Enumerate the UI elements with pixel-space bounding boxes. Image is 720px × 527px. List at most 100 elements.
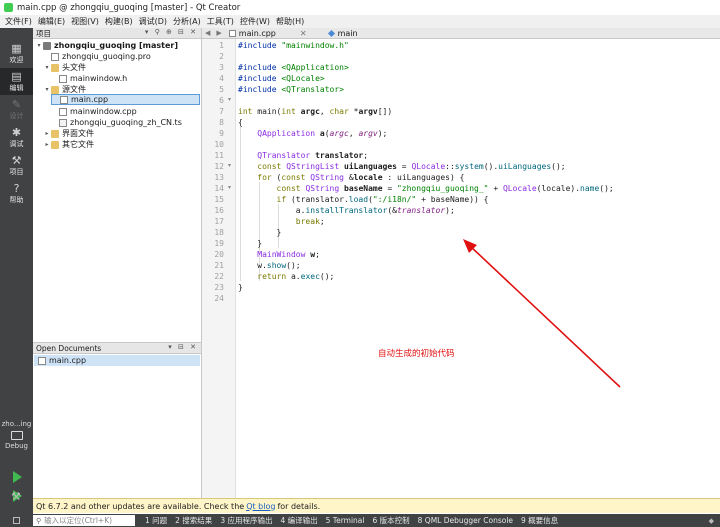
collapse-arrow-icon[interactable]: ▸ [43, 141, 51, 148]
tree-item-label: main.cpp [71, 95, 109, 104]
close-icon[interactable]: ✕ [300, 29, 307, 38]
menu-view[interactable]: 视图(V) [68, 16, 102, 27]
output-pane-menu-icon[interactable]: ◆ [709, 517, 720, 525]
output-tab-terminal[interactable]: 5 Terminal [322, 516, 369, 525]
folder-icon [51, 140, 59, 149]
tree-item-forms-folder[interactable]: ▸ 界面文件 [43, 128, 94, 139]
tree-item-main-cpp[interactable]: main.cpp [51, 94, 200, 105]
toggle-sidebar-button[interactable] [0, 514, 33, 527]
project-icon [43, 41, 51, 50]
folder-icon [51, 129, 59, 138]
mode-selector: ▦ 欢迎 ▤ 编辑 ✎ 设计 ✱ 调试 ⚒ 项目 ? 帮助 zho...ing … [0, 28, 33, 514]
code-line: w.show(); [238, 261, 301, 270]
menu-help[interactable]: 帮助(H) [273, 16, 307, 27]
annotation-arrow [463, 239, 621, 388]
kit-selector[interactable]: zho...ing Debug [0, 420, 33, 450]
menu-edit[interactable]: 编辑(E) [35, 16, 68, 27]
build-hammer-icon[interactable]: ⚒ [9, 490, 23, 504]
project-pane: 项目 ▾ ⚲ ⊕ ⊟ ✕ ▾ zhongqiu_guoqing [master]… [33, 28, 202, 342]
expand-arrow-icon[interactable]: ▾ [43, 64, 51, 71]
menu-tools[interactable]: 工具(T) [204, 16, 237, 27]
play-icon [13, 471, 22, 483]
mode-debug[interactable]: ✱ 调试 [0, 124, 33, 151]
menu-widgets[interactable]: 控件(W) [237, 16, 273, 27]
tree-item-label: 界面文件 [62, 129, 94, 138]
nav-forward-icon[interactable]: ▶ [213, 29, 224, 37]
tree-item-pro-file[interactable]: zhongqiu_guoqing.pro [43, 51, 151, 62]
output-tab-app-output[interactable]: 3 应用程序输出 [216, 515, 276, 526]
tree-item-project[interactable]: ▾ zhongqiu_guoqing [master] [35, 40, 178, 51]
pane-tool-icons[interactable]: ▾ ⚲ ⊕ ⊟ ✕ [145, 28, 198, 36]
tree-item-other-folder[interactable]: ▸ 其它文件 [43, 139, 94, 150]
locator-input[interactable]: ⚲ 输入以定位(Ctrl+K) [33, 515, 135, 526]
sidebar-toggle-icon [13, 517, 20, 524]
menu-analyze[interactable]: 分析(A) [170, 16, 204, 27]
open-document-item[interactable]: main.cpp [34, 355, 200, 366]
line-number: 20 [214, 250, 224, 259]
nav-back-icon[interactable]: ◀ [202, 29, 213, 37]
menu-bar: 文件(F) 编辑(E) 视图(V) 构建(B) 调试(D) 分析(A) 工具(T… [0, 15, 720, 28]
open-document-label: main.cpp [49, 356, 87, 365]
output-tab-compile-output[interactable]: 4 编译输出 [276, 515, 321, 526]
line-number: 15 [214, 195, 224, 204]
folder-icon [51, 85, 59, 94]
mode-debug-label: 调试 [9, 140, 24, 148]
code-line: for (const QString &locale : uiLanguages… [257, 173, 465, 182]
mode-design[interactable]: ✎ 设计 [0, 96, 33, 123]
fold-marker-icon[interactable]: ▾ [228, 96, 231, 103]
tree-item-mainwindow-h[interactable]: mainwindow.h [51, 73, 127, 84]
line-number: 24 [214, 294, 224, 303]
code-line: a.installTranslator(&translator); [238, 206, 455, 215]
qt-creator-logo-icon [4, 3, 13, 12]
code-line: const QStringList uiLanguages = QLocale:… [257, 162, 566, 171]
fold-marker-icon[interactable]: ▾ [228, 162, 231, 169]
qt-blog-link[interactable]: Qt blog [246, 502, 275, 511]
line-number: 18 [214, 228, 224, 237]
notification-text-after: for details. [277, 501, 321, 511]
editor-file-tab[interactable]: main.cpp ✕ [225, 29, 311, 38]
mode-projects[interactable]: ⚒ 项目 [0, 152, 33, 179]
menu-debug[interactable]: 调试(D) [136, 16, 170, 27]
function-icon [327, 29, 335, 37]
code-line: const QString baseName = "zhongqiu_guoqi… [276, 184, 614, 193]
output-tab-search-results[interactable]: 2 搜索结果 [171, 515, 216, 526]
wrench-icon: ⚒ [11, 154, 22, 167]
code-line: #include <QTranslator> [238, 85, 344, 94]
locator-placeholder: 输入以定位(Ctrl+K) [44, 516, 113, 525]
mode-edit[interactable]: ▤ 编辑 [0, 68, 33, 95]
cpp-file-icon [60, 95, 68, 104]
open-documents-header: Open Documents ▾ ⊟ ✕ [33, 343, 201, 354]
code-line: } [238, 283, 243, 292]
grid-icon: ▦ [11, 42, 22, 55]
mode-welcome[interactable]: ▦ 欢迎 [0, 40, 33, 67]
expand-arrow-icon[interactable]: ▾ [35, 42, 43, 49]
menu-file[interactable]: 文件(F) [2, 16, 35, 27]
collapse-arrow-icon[interactable]: ▸ [43, 130, 51, 137]
line-number: 10 [214, 140, 224, 149]
output-tab-qml-debugger[interactable]: 8 QML Debugger Console [414, 516, 517, 525]
mode-help[interactable]: ? 帮助 [0, 180, 33, 207]
line-number: 14 [214, 184, 224, 193]
symbol-selector[interactable]: main [327, 28, 358, 38]
code-line: QTranslator translator; [257, 151, 369, 160]
symbol-name: main [337, 28, 358, 38]
tree-item-mainwindow-cpp[interactable]: mainwindow.cpp [51, 106, 137, 117]
run-button[interactable] [10, 471, 24, 484]
line-number: 16 [214, 206, 224, 215]
menu-build[interactable]: 构建(B) [102, 16, 136, 27]
tree-item-headers-folder[interactable]: ▾ 头文件 [43, 62, 86, 73]
output-tab-version-control[interactable]: 6 版本控制 [368, 515, 413, 526]
line-number: 4 [219, 74, 224, 83]
edit-doc-icon: ▤ [11, 70, 22, 83]
ts-file-icon [59, 118, 67, 127]
pane-tool-icons[interactable]: ▾ ⊟ ✕ [168, 343, 198, 351]
line-number: 3 [219, 63, 224, 72]
line-number: 6 [219, 96, 224, 105]
line-number: 1 [219, 41, 224, 50]
output-tab-general-messages[interactable]: 9 概要信息 [517, 515, 562, 526]
line-number: 22 [214, 272, 224, 281]
tree-item-ts-file[interactable]: zhongqiu_guoqing_zh_CN.ts [51, 117, 182, 128]
output-tab-issues[interactable]: 1 问题 [141, 515, 171, 526]
fold-marker-icon[interactable]: ▾ [228, 184, 231, 191]
expand-arrow-icon[interactable]: ▾ [43, 86, 51, 93]
